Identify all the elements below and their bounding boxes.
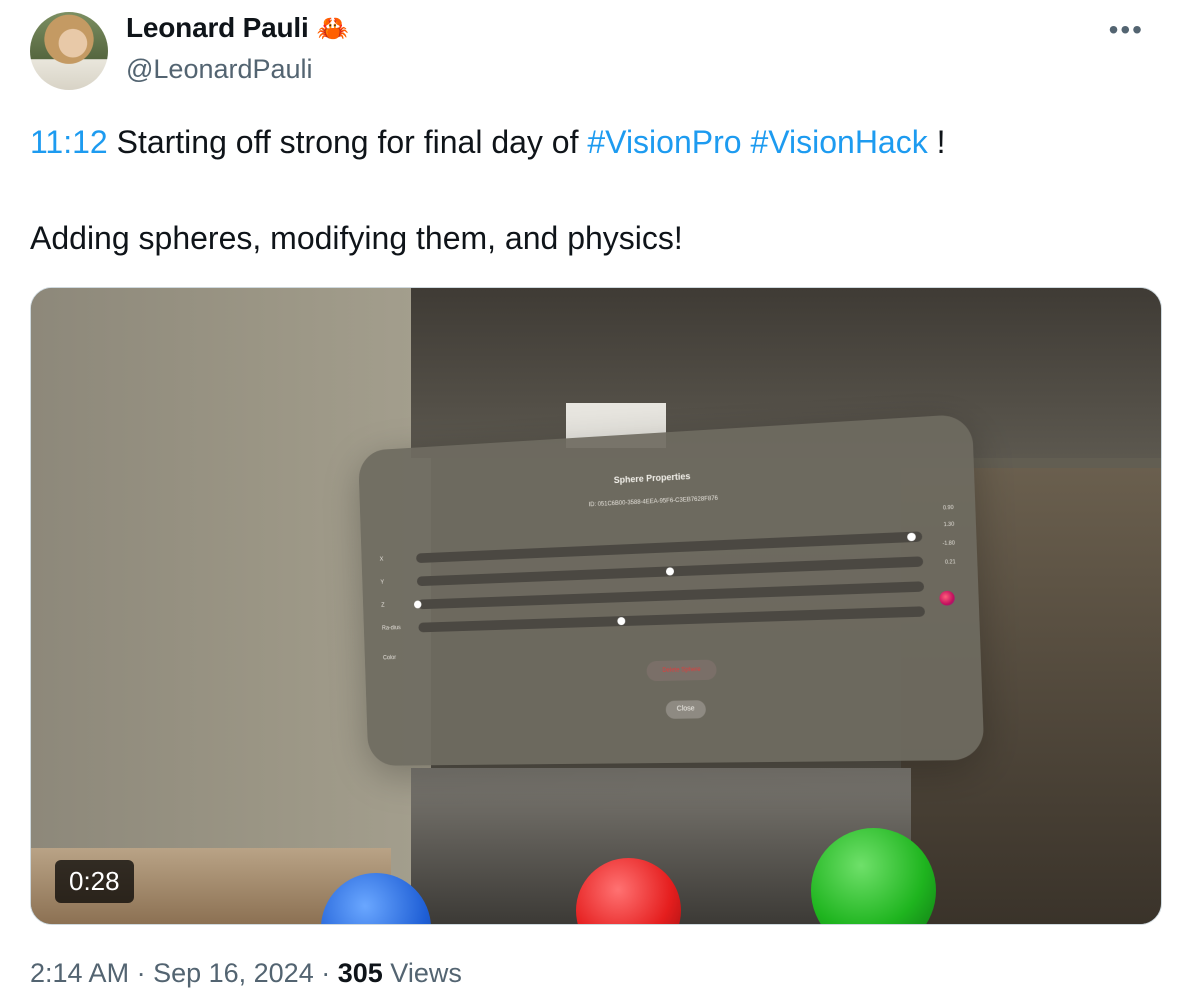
- slider-x-value: 1.30: [943, 521, 955, 529]
- timestamp-link[interactable]: 11:12: [30, 124, 108, 160]
- hashtag-visionpro[interactable]: #VisionPro: [587, 124, 741, 160]
- tweet-text: 11:12 Starting off strong for final day …: [30, 122, 1150, 258]
- tweet-text-part1: Starting off strong for final day of: [107, 124, 588, 160]
- slider-z-value: 0.21: [944, 559, 956, 566]
- author-name-row: Leonard Pauli 🦀: [126, 12, 349, 44]
- slider-y[interactable]: [416, 556, 924, 587]
- slider-label-z: Z: [381, 602, 385, 609]
- slider-z-knob[interactable]: [413, 600, 422, 609]
- slider-label-x: X: [379, 556, 384, 563]
- views-label: Views: [390, 958, 462, 988]
- tweet-text-line2: Adding spheres, modifying them, and phys…: [30, 220, 683, 256]
- tweet-time[interactable]: 2:14 AM: [30, 958, 129, 988]
- slider-top-value: 0.90: [942, 504, 954, 512]
- delete-sphere-button[interactable]: Delete Sphere: [646, 659, 717, 682]
- color-label: Color: [382, 655, 397, 662]
- slider-z[interactable]: [413, 581, 925, 610]
- hashtag-visionhack[interactable]: #VisionHack: [750, 124, 927, 160]
- slider-y-knob[interactable]: [666, 567, 675, 576]
- views-count: 305: [337, 958, 383, 988]
- tweet-text-part2: !: [927, 124, 946, 160]
- tweet-date[interactable]: Sep 16, 2024: [153, 958, 314, 988]
- slider-y-value: -1.80: [942, 540, 955, 548]
- author-avatar[interactable]: [30, 12, 108, 90]
- tweet-meta: 2:14 AM · Sep 16, 2024 · 305 Views: [30, 958, 462, 988]
- video-player[interactable]: Sphere Properties ID: 051C6B00-3588-4EEA…: [30, 287, 1162, 925]
- video-duration-badge: 0:28: [55, 860, 134, 903]
- more-horizontal-icon[interactable]: •••: [1109, 14, 1144, 46]
- sphere-properties-panel: Sphere Properties ID: 051C6B00-3588-4EEA…: [358, 413, 985, 766]
- crab-icon: 🦀: [316, 13, 349, 43]
- slider-x-knob[interactable]: [906, 532, 916, 542]
- slider-label-y: Y: [380, 579, 385, 586]
- author-name[interactable]: Leonard Pauli: [126, 12, 309, 44]
- color-picker[interactable]: [939, 590, 955, 606]
- slider-label-radius: Ra-dius: [381, 625, 401, 632]
- slider-radius[interactable]: [418, 606, 926, 633]
- slider-radius-knob[interactable]: [617, 617, 626, 626]
- author-handle[interactable]: @LeonardPauli: [126, 54, 313, 85]
- close-button[interactable]: Close: [665, 700, 707, 719]
